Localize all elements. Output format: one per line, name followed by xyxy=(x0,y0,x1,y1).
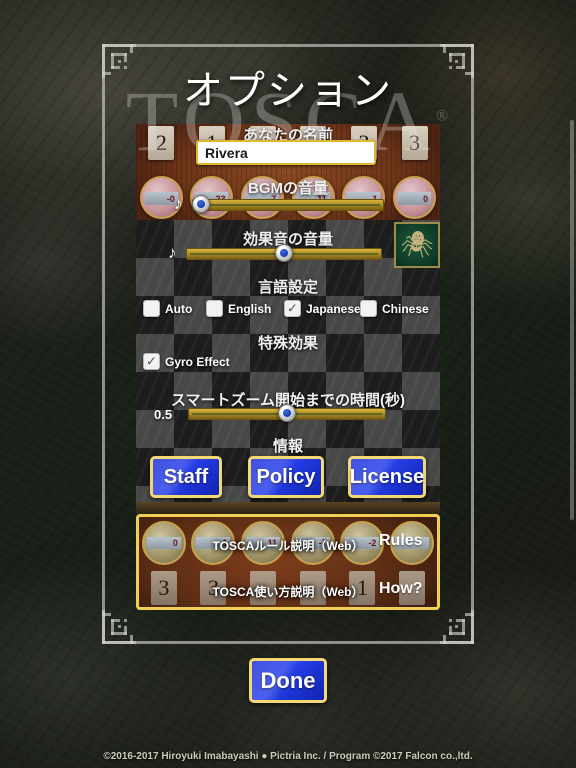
checkbox-japanese[interactable]: Japanese xyxy=(284,300,361,317)
effects-checkbox-row: Gyro Effect xyxy=(140,353,440,373)
how-arrow-label: How? xyxy=(379,580,423,597)
policy-button[interactable]: Policy xyxy=(248,456,324,498)
checkbox-english-box[interactable] xyxy=(206,300,223,317)
done-button-label: Done xyxy=(260,667,316,693)
bgm-slider-track[interactable] xyxy=(192,199,384,211)
player-name-input[interactable] xyxy=(196,140,376,165)
license-button[interactable]: License xyxy=(348,456,426,498)
checkbox-chinese[interactable]: Chinese xyxy=(360,300,429,317)
checkbox-auto-label: Auto xyxy=(165,301,193,316)
bgm-slider-thumb[interactable] xyxy=(192,195,210,213)
info-label: 情報 xyxy=(272,438,303,455)
checkbox-japanese-label: Japanese xyxy=(306,301,361,316)
checkbox-chinese-box[interactable] xyxy=(360,300,377,317)
music-note-icon: ♪ xyxy=(168,243,177,262)
checkbox-chinese-label: Chinese xyxy=(382,301,429,316)
checkbox-english-label: English xyxy=(228,301,272,316)
smartzoom-value: 0.5 xyxy=(154,407,173,422)
rules-arrow-label: Rules xyxy=(379,532,423,549)
se-volume-slider[interactable]: ♪ xyxy=(168,243,382,262)
checkbox-english[interactable]: English xyxy=(206,300,271,317)
rules-arrow-button[interactable]: Rules xyxy=(367,521,445,561)
done-button[interactable]: Done xyxy=(249,658,327,703)
staff-button-label: Staff xyxy=(163,465,209,488)
staff-button[interactable]: Staff xyxy=(150,456,222,498)
license-button-label: License xyxy=(349,465,425,488)
page-title: オプション xyxy=(183,69,393,113)
checkbox-gyro-effect-box[interactable] xyxy=(143,353,160,370)
checkbox-gyro-effect[interactable]: Gyro Effect xyxy=(143,353,230,370)
smartzoom-slider-thumb[interactable] xyxy=(278,404,296,422)
how-arrow-button[interactable]: How? xyxy=(367,569,445,609)
page-scrollbar[interactable] xyxy=(570,120,574,520)
smartzoom-slider[interactable] xyxy=(188,404,386,422)
bgm-volume-slider[interactable]: ♪ xyxy=(174,194,384,213)
language-label: 言語設定 xyxy=(257,279,318,296)
copyright-footer: ©2016-2017 Hiroyuki Imabayashi ● Pictria… xyxy=(103,751,473,762)
checkbox-auto[interactable]: Auto xyxy=(143,300,192,317)
checkbox-gyro-effect-label: Gyro Effect xyxy=(165,354,230,369)
se-slider-thumb[interactable] xyxy=(275,244,293,262)
checkbox-japanese-box[interactable] xyxy=(284,300,301,317)
music-note-icon: ♪ xyxy=(174,194,183,213)
checkbox-auto-box[interactable] xyxy=(143,300,160,317)
language-checkbox-row: Auto English Japanese Chinese xyxy=(140,300,440,320)
effects-label: 特殊効果 xyxy=(257,335,318,352)
policy-button-label: Policy xyxy=(256,465,316,488)
